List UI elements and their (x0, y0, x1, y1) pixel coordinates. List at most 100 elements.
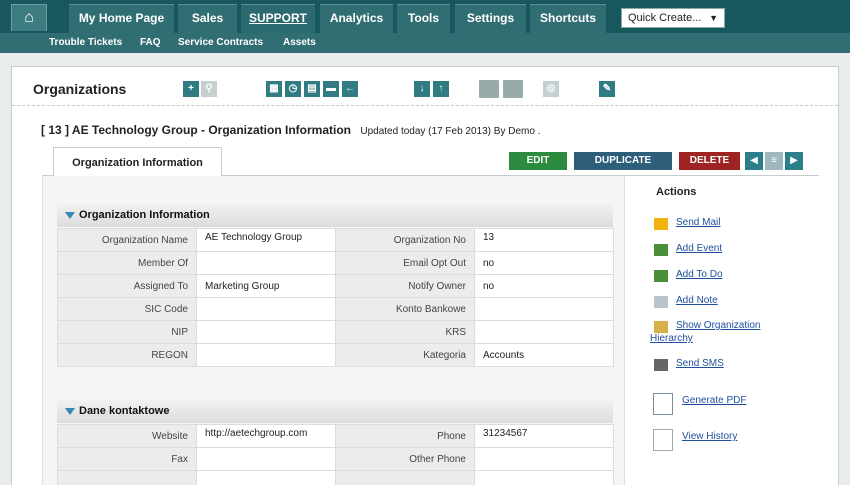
field-label: Organization Name (57, 228, 197, 252)
field-label: Kategoria (335, 343, 475, 367)
field-value[interactable] (196, 251, 336, 275)
tab-organization-information[interactable]: Organization Information (53, 147, 222, 176)
field-label: Other Phone (335, 447, 475, 471)
next-record-icon[interactable]: ▶ (785, 152, 803, 170)
document-icon[interactable] (479, 80, 499, 98)
field-value[interactable]: 13 (474, 228, 614, 252)
find-duplicates-icon[interactable]: ◎ (543, 81, 559, 97)
action-hierarchy-continued[interactable]: Hierarchy (650, 333, 693, 344)
tab-support[interactable]: SUPPORT (241, 4, 315, 33)
todo-icon[interactable] (654, 270, 668, 282)
add-icon[interactable]: + (183, 81, 199, 97)
note-icon[interactable] (654, 296, 668, 308)
field-value[interactable]: Accounts (474, 343, 614, 367)
field-label (57, 470, 197, 485)
duplicate-button[interactable]: DUPLICATE (574, 152, 672, 170)
table-row: NIP KRS (57, 320, 614, 344)
table-row: Assigned To Marketing Group Notify Owner no (57, 274, 614, 298)
action-generate-pdf[interactable]: Generate PDF (682, 395, 746, 406)
org-info-block-title: Organization Information (79, 209, 210, 221)
table-row: Website http://aetechgroup.com Phone 312345… (57, 424, 614, 448)
field-value[interactable] (196, 447, 336, 471)
field-value[interactable] (474, 297, 614, 321)
tab-analytics[interactable]: Analytics (320, 4, 393, 33)
export-icon[interactable]: ↑ (433, 81, 449, 97)
event-icon[interactable] (654, 244, 668, 256)
action-send-sms[interactable]: Send SMS (676, 358, 724, 369)
action-add-event[interactable]: Add Event (676, 243, 722, 254)
contact-table: Website http://aetechgroup.com Phone 312345… (57, 424, 614, 485)
field-value[interactable] (196, 470, 336, 485)
field-label: Member Of (57, 251, 197, 275)
delete-button[interactable]: DELETE (679, 152, 740, 170)
subnav-service-contracts[interactable]: Service Contracts (178, 37, 263, 48)
settings-wrench-icon[interactable]: ✎ (599, 81, 615, 97)
calculator-icon[interactable]: ▤ (304, 81, 320, 97)
header-divider (12, 105, 838, 106)
pdf-icon[interactable] (653, 393, 673, 415)
field-label: Konto Bankowe (335, 297, 475, 321)
quick-create-label: Quick Create... (628, 12, 702, 24)
field-value[interactable] (474, 470, 614, 485)
action-show-organization[interactable]: Show Organization (676, 320, 761, 331)
field-value[interactable]: no (474, 251, 614, 275)
chat-icon[interactable]: ▬ (323, 81, 339, 97)
home-icon[interactable]: ⌂ (11, 4, 47, 31)
sms-icon[interactable] (654, 359, 668, 371)
table-row: Member Of Email Opt Out no (57, 251, 614, 275)
top-nav-bar: ⌂ My Home Page Sales SUPPORT Analytics T… (0, 0, 850, 33)
back-arrow-icon[interactable]: ← (342, 81, 358, 97)
field-label: NIP (57, 320, 197, 344)
table-row: REGON Kategoria Accounts (57, 343, 614, 367)
tab-my-home-page[interactable]: My Home Page (69, 4, 174, 33)
document-export-icon[interactable] (503, 80, 523, 98)
tab-settings[interactable]: Settings (455, 4, 526, 33)
tab-tools[interactable]: Tools (397, 4, 450, 33)
history-icon[interactable] (653, 429, 673, 451)
record-title: [ 13 ] AE Technology Group - Organizatio… (41, 123, 540, 137)
field-value[interactable] (474, 320, 614, 344)
table-row: Organization Name AE Technology Group Orga… (57, 228, 614, 252)
calendar-icon[interactable]: ▦ (266, 81, 282, 97)
quick-create-select[interactable]: Quick Create... ▼ (621, 8, 725, 28)
mail-icon[interactable] (654, 218, 668, 230)
action-add-note[interactable]: Add Note (676, 295, 718, 306)
import-icon[interactable]: ↓ (414, 81, 430, 97)
field-value[interactable] (196, 343, 336, 367)
action-add-to-do[interactable]: Add To Do (676, 269, 723, 280)
contact-block-header[interactable]: Dane kontaktowe (57, 399, 613, 423)
field-value[interactable] (196, 297, 336, 321)
table-row: Fax Other Phone (57, 447, 614, 471)
hierarchy-icon[interactable] (654, 321, 668, 333)
tab-sales[interactable]: Sales (178, 4, 237, 33)
field-value[interactable] (474, 447, 614, 471)
main-panel: Organizations + ⚲ ▦ ◷ ▤ ▬ ← ↓ ↑ ◎ ✎ [ 13… (11, 66, 839, 485)
field-label: Organization No (335, 228, 475, 252)
contact-block-title: Dane kontaktowe (79, 405, 170, 417)
field-value[interactable] (196, 320, 336, 344)
subnav-assets[interactable]: Assets (283, 37, 316, 48)
tab-shortcuts[interactable]: Shortcuts (530, 4, 606, 33)
edit-button[interactable]: EDIT (509, 152, 567, 170)
record-list-icon[interactable]: ≡ (765, 152, 783, 170)
field-label: SIC Code (57, 297, 197, 321)
page-title: Organizations (33, 81, 127, 97)
subnav-trouble-tickets[interactable]: Trouble Tickets (49, 37, 122, 48)
field-value[interactable]: http://aetechgroup.com (196, 424, 336, 448)
search-icon[interactable]: ⚲ (201, 81, 217, 97)
field-value[interactable]: 31234567 (474, 424, 614, 448)
field-value[interactable]: Marketing Group (196, 274, 336, 298)
collapse-icon (65, 211, 75, 219)
clock-icon[interactable]: ◷ (285, 81, 301, 97)
field-label: Email Opt Out (335, 251, 475, 275)
org-info-block-header[interactable]: Organization Information (57, 203, 613, 227)
action-view-history[interactable]: View History (682, 431, 737, 442)
action-send-mail[interactable]: Send Mail (676, 217, 720, 228)
field-value[interactable]: AE Technology Group (196, 228, 336, 252)
table-row (57, 470, 614, 485)
collapse-icon (65, 407, 75, 415)
field-value[interactable]: no (474, 274, 614, 298)
field-label: KRS (335, 320, 475, 344)
previous-record-icon[interactable]: ◀ (745, 152, 763, 170)
subnav-faq[interactable]: FAQ (140, 37, 161, 48)
